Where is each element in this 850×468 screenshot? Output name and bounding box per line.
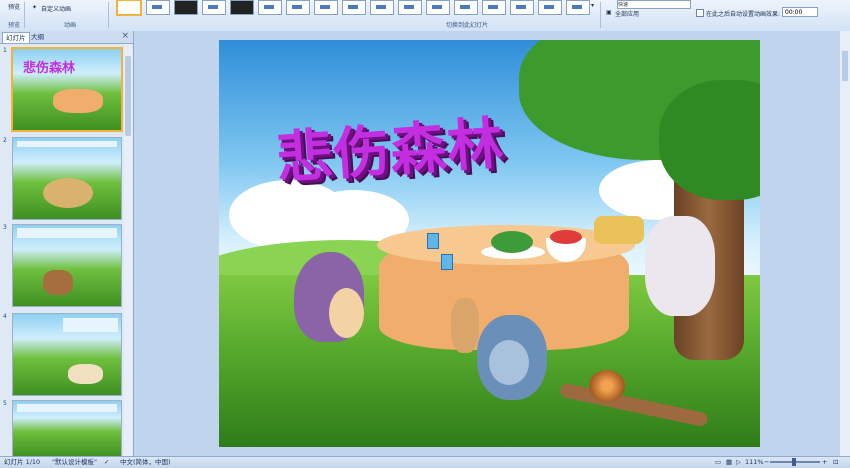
ribbon-divider <box>24 2 25 28</box>
zoom-out-icon[interactable]: − <box>764 457 769 468</box>
thumb-character <box>68 364 103 384</box>
thumb-character <box>43 270 73 295</box>
transition-thumb[interactable] <box>482 0 506 15</box>
slide-thumbnail-3[interactable] <box>12 224 122 307</box>
transition-thumb[interactable] <box>258 0 282 15</box>
transition-thumb[interactable] <box>202 0 226 15</box>
thumb-path <box>43 178 93 208</box>
scrollbar-thumb[interactable] <box>842 51 848 81</box>
zoom-level[interactable]: 111% <box>745 457 764 468</box>
fit-to-window-icon[interactable]: ⊡ <box>833 457 838 468</box>
pane-tabs: 幻灯片 大纲 × <box>0 31 133 44</box>
transition-thumb[interactable] <box>370 0 394 15</box>
slide-thumbnail-5[interactable] <box>12 400 122 458</box>
cup-image <box>427 233 439 249</box>
normal-view-icon[interactable]: ▭ <box>715 457 721 468</box>
slides-pane: 幻灯片 大纲 × 1 悲伤森林 2 3 4 5 <box>0 31 134 458</box>
ribbon: 预览 ✦ 自定义动画 预览 动画 ▾ 切换到此幻灯片 快速 ▣ 全部应用 在此之… <box>0 0 850 32</box>
slide-thumbnail-2[interactable] <box>12 137 122 220</box>
editor-scrollbar[interactable] <box>840 31 850 456</box>
thumb-text-lines <box>17 228 117 238</box>
cup-image <box>441 254 453 270</box>
group-animation-label: 动画 <box>64 22 77 29</box>
animation-icon: ✦ <box>32 4 38 11</box>
tab-slides[interactable]: 幻灯片 <box>2 32 30 43</box>
thumb-text-lines <box>63 318 118 332</box>
zoom-in-icon[interactable]: + <box>822 457 827 468</box>
bear-face <box>489 340 529 385</box>
auto-advance-checkbox[interactable] <box>696 9 704 17</box>
squirrel-image[interactable] <box>451 298 479 353</box>
transition-thumb[interactable] <box>174 0 198 15</box>
basket-image <box>594 216 644 244</box>
transition-thumb[interactable] <box>286 0 310 15</box>
transition-thumb[interactable] <box>538 0 562 15</box>
slides-scrollbar[interactable] <box>124 44 132 456</box>
tree-canopy <box>659 80 760 200</box>
close-icon[interactable]: × <box>121 31 129 41</box>
thumb-table <box>53 89 103 113</box>
slide-thumbnail-1[interactable]: 悲伤森林 <box>11 47 123 132</box>
ribbon-divider <box>108 2 109 28</box>
transition-thumb[interactable] <box>314 0 338 15</box>
slide-canvas[interactable]: 悲伤森林 <box>219 40 760 447</box>
sorter-view-icon[interactable]: ▦ <box>726 457 732 468</box>
rabbit-image[interactable] <box>645 216 715 316</box>
transition-speed-select[interactable]: 快速 <box>617 0 691 9</box>
transition-thumb[interactable] <box>398 0 422 15</box>
spellcheck-icon[interactable]: ✓ <box>104 457 109 468</box>
hedgehog-face <box>329 288 364 338</box>
scrollbar-thumb[interactable] <box>125 56 131 136</box>
theme-name: "默认设计模板" <box>52 458 97 466</box>
salad-plate-image <box>481 231 545 259</box>
transition-thumb[interactable] <box>566 0 590 15</box>
transition-thumb[interactable] <box>230 0 254 15</box>
thumb-text-lines <box>17 404 117 412</box>
status-bar: 幻灯片 1/10 "默认设计模板" ✓ 中文(简体，中国) ▭ ▦ ▷ 111%… <box>0 456 850 468</box>
slide-number: 5 <box>3 400 7 407</box>
tab-outline[interactable]: 大纲 <box>28 32 47 42</box>
slide-title[interactable]: 悲伤森林 <box>273 98 506 195</box>
custom-animation-button[interactable]: 自定义动画 <box>41 4 71 13</box>
slide-number: 4 <box>3 313 7 320</box>
transition-thumb[interactable] <box>510 0 534 15</box>
zoom-slider-handle[interactable] <box>792 458 796 466</box>
transition-thumb[interactable] <box>426 0 450 15</box>
apply-all-icon: ▣ <box>606 9 612 16</box>
language-status: 中文(简体，中国) <box>120 458 171 466</box>
slide-number: 2 <box>3 137 7 144</box>
auto-advance-label: 在此之后自动设置动画效果: <box>706 11 781 18</box>
ribbon-divider <box>600 2 601 28</box>
gallery-scroll-icon[interactable]: ▾ <box>591 2 594 9</box>
auto-advance-time-input[interactable]: 00:00 <box>782 7 818 17</box>
transition-none-thumb[interactable] <box>116 0 142 16</box>
preview-button[interactable]: 预览 <box>8 2 20 11</box>
transition-thumb[interactable] <box>454 0 478 15</box>
slide-number: 1 <box>3 47 7 54</box>
thumb-title: 悲伤森林 <box>23 61 76 76</box>
thumb-text-lines <box>17 141 117 147</box>
transition-thumb[interactable] <box>342 0 366 15</box>
slide-number: 3 <box>3 224 7 231</box>
slide-thumbnail-4[interactable] <box>12 313 122 396</box>
slide-counter: 幻灯片 1/10 <box>4 458 41 466</box>
group-preview-label: 预览 <box>8 22 21 29</box>
transition-thumb[interactable] <box>146 0 170 15</box>
snail-image[interactable] <box>589 370 625 402</box>
apply-all-button[interactable]: 全部应用 <box>615 9 639 18</box>
slideshow-view-icon[interactable]: ▷ <box>736 457 741 468</box>
group-transition-label: 切换到此幻灯片 <box>446 22 489 29</box>
